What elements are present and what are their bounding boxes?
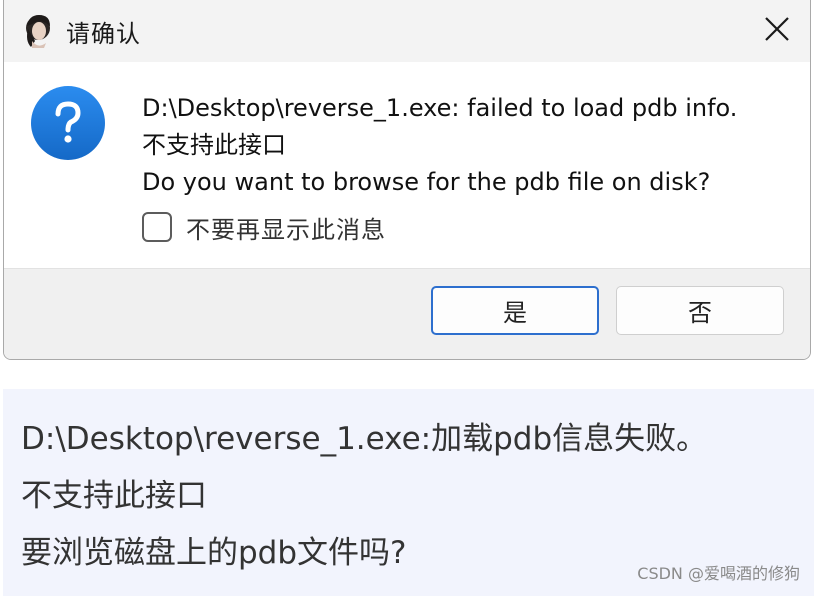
dialog-content: D:\Desktop\reverse_1.exe: failed to load… — [4, 62, 810, 268]
translation-line-3: 要浏览磁盘上的pdb文件吗? — [21, 535, 407, 571]
button-bar: 是 否 — [4, 268, 810, 359]
dont-show-again-label: 不要再显示此消息 — [186, 215, 386, 244]
dont-show-again-row[interactable]: 不要再显示此消息 — [142, 210, 386, 244]
translation-line-1: D:\Desktop\reverse_1.exe:加载pdb信息失败。 — [21, 421, 708, 457]
message-line-2: 不支持此接口 — [142, 131, 286, 159]
message-line-3: Do you want to browse for the pdb file o… — [142, 168, 711, 196]
help-question-icon — [31, 86, 105, 160]
dialog-title: 请确认 — [66, 20, 141, 48]
yes-button[interactable]: 是 — [431, 286, 599, 335]
watermark: CSDN @爱喝酒的修狗 — [637, 564, 800, 583]
translation-panel: D:\Desktop\reverse_1.exe:加载pdb信息失败。 不支持此… — [3, 389, 814, 596]
translation-text: D:\Desktop\reverse_1.exe:加载pdb信息失败。 不支持此… — [21, 411, 707, 582]
title-bar: 请确认 — [4, 0, 810, 62]
message-text: D:\Desktop\reverse_1.exe: failed to load… — [142, 90, 737, 201]
close-icon — [765, 17, 789, 41]
translation-line-2: 不支持此接口 — [21, 478, 207, 514]
close-button[interactable] — [744, 0, 810, 58]
app-avatar-icon — [26, 15, 50, 48]
dont-show-again-checkbox[interactable] — [142, 212, 172, 242]
confirm-dialog: 请确认 D:\Desktop\reverse_1.exe: failed to … — [3, 0, 811, 360]
no-button[interactable]: 否 — [616, 286, 784, 335]
message-line-1: D:\Desktop\reverse_1.exe: failed to load… — [142, 94, 738, 122]
